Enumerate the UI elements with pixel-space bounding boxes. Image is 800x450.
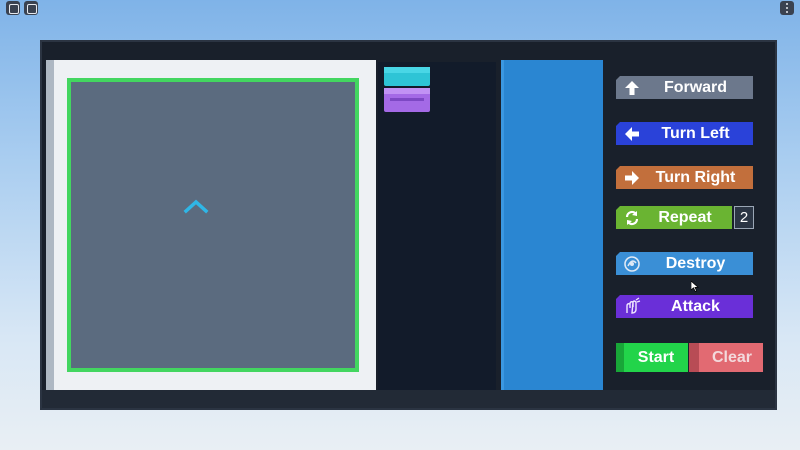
grid-frame-bevel [46,60,54,390]
attack-command[interactable]: Attack [616,295,753,318]
arrow-right-icon [620,166,644,189]
turn-left-label: Turn Left [661,124,730,142]
clear-button[interactable]: Clear [689,343,763,372]
destroy-command[interactable]: Destroy [616,252,753,275]
turn-left-command[interactable]: Turn Left [616,122,753,145]
chevron-up-icon [183,199,209,214]
turn-right-command[interactable]: Turn Right [616,166,753,189]
more-icon[interactable] [780,1,794,15]
destroy-icon [620,252,644,275]
arrow-up-icon [620,76,644,99]
forward-command[interactable]: Forward [616,76,753,99]
attack-icon [620,295,644,318]
code-drop-panel[interactable] [501,60,603,390]
repeat-icon [620,206,644,229]
destroy-label: Destroy [665,254,726,272]
chat-icon[interactable] [24,1,38,15]
attack-label: Attack [671,297,720,315]
repeat-label: Repeat [658,208,712,226]
turn-right-label: Turn Right [655,168,736,186]
start-button[interactable]: Start [616,343,688,372]
placed-block-purple[interactable] [384,88,430,112]
repeat-count-input[interactable]: 2 [734,206,754,229]
roblox-menu-icon[interactable] [6,1,20,15]
forward-label: Forward [663,78,728,96]
placed-block-cyan[interactable] [384,67,430,86]
repeat-command[interactable]: Repeat [616,206,732,229]
game-board [67,78,359,372]
mouse-cursor-icon [691,281,699,292]
arrow-left-icon [620,122,644,145]
